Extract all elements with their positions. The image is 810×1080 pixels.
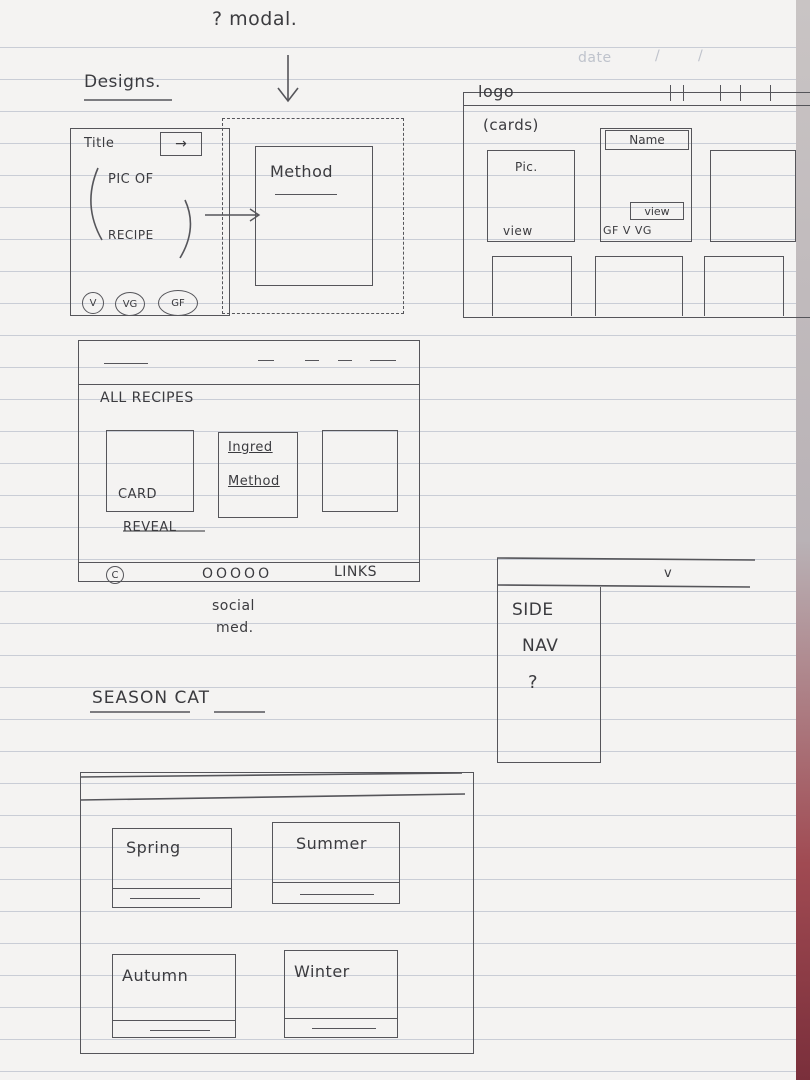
autumn-divider [112,1020,236,1021]
winter-text-line [312,1028,376,1029]
card-6[interactable] [704,256,784,316]
summer-divider [272,882,400,883]
sidenav-right-edge [600,587,601,763]
designs-heading: Designs. [84,72,161,92]
spring-text-line [130,898,200,899]
card-2-name: Name [605,130,689,150]
card-2-tags: GF V VG [603,224,652,237]
pic-text-1: PIC OF [108,172,154,187]
recipe-title-label: Title [84,136,115,151]
card-5[interactable] [595,256,683,316]
nav-tick-5 [770,85,771,101]
logo-label: logo [478,82,515,101]
card-1-pic: Pic. [515,160,538,174]
spring-divider [112,888,232,889]
nav-link-dash-1 [258,360,274,361]
nav-link-dash-2 [305,360,319,361]
chevron-down-icon[interactable]: v [664,566,672,581]
nav-tick-1 [670,85,671,101]
all-recipes-nav-bar [78,384,420,385]
nav-link-dash-4 [370,360,396,361]
sidenav-question: ? [528,672,539,693]
nav-tick-2 [683,85,684,101]
copyright-icon: C [106,566,124,584]
badge-gf[interactable]: GF [158,290,198,316]
sidenav-bottom-edge [497,762,600,763]
nav-tick-3 [720,85,721,101]
method-underline [275,194,337,195]
modal-method-label: Method [270,162,334,181]
recipe-card-empty[interactable] [322,430,398,512]
card-2-view-button[interactable]: view [630,202,684,220]
footer-divider [78,562,420,563]
social-dots[interactable]: OOOOO [202,566,272,582]
summer-text-line [300,894,374,895]
social-note-1: social [212,598,255,614]
season-cat-heading: SEASON CAT [92,688,211,708]
badge-vg[interactable]: VG [115,292,145,316]
ingred-label: Ingred [228,440,273,455]
all-recipes-heading: ALL RECIPES [100,390,194,406]
card-3[interactable] [710,150,796,242]
season-winter-label: Winter [294,962,350,981]
sidenav-line-2: NAV [522,636,559,656]
card-1-view[interactable]: view [503,224,533,238]
pic-text-2: RECIPE [108,228,154,242]
nav-logo-dash [104,363,148,364]
autumn-text-line [150,1030,210,1031]
card-4[interactable] [492,256,572,316]
badge-v[interactable]: V [82,292,104,314]
winter-divider [284,1018,398,1019]
footer-links[interactable]: LINKS [334,564,377,580]
nav-link-dash-3 [338,360,352,361]
nav-tick-4 [740,85,741,101]
season-autumn-label: Autumn [122,966,189,985]
sidenav-left-edge [497,558,498,763]
sidenav-line-1: SIDE [512,600,554,620]
season-spring-label: Spring [126,838,181,857]
cards-label: (cards) [483,116,539,134]
season-summer-label: Summer [296,834,367,853]
method-label: Method [228,474,280,489]
arrow-button-icon[interactable]: → [160,132,202,156]
reveal-label: REVEAL [123,520,177,535]
cards-nav-bar [463,105,810,106]
recipe-card-sketch [70,128,230,316]
social-note-2: med. [216,620,254,636]
card-label: CARD [118,487,158,502]
